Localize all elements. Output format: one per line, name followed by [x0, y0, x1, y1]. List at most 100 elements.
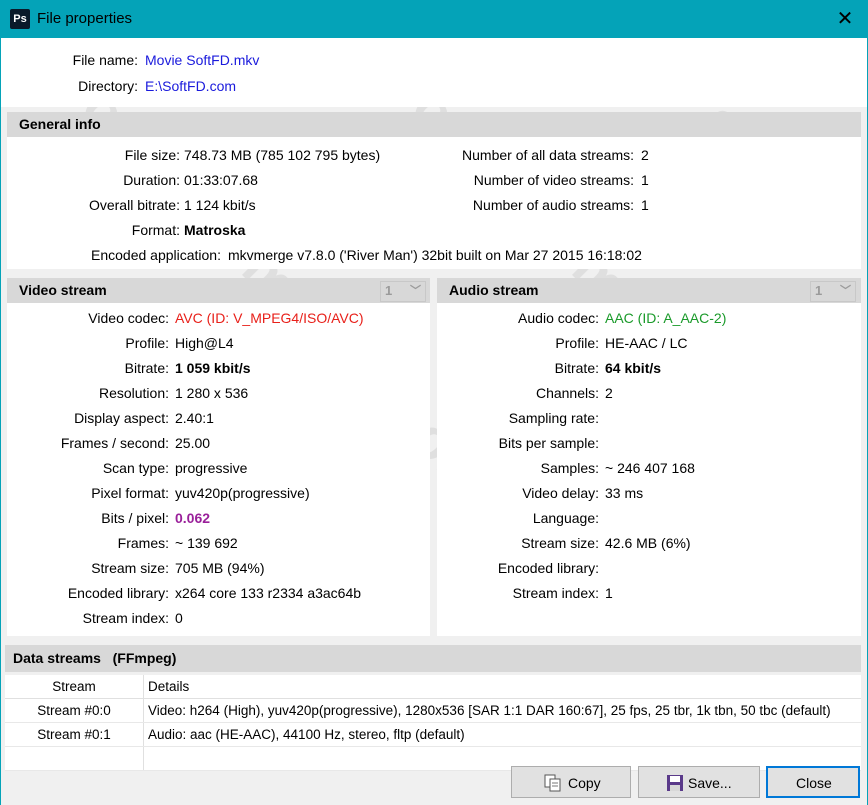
audio-row-value: HE-AAC / LC: [605, 335, 688, 351]
video-row-label: Scan type:: [102, 460, 169, 476]
audio-row-value: 1: [605, 585, 613, 601]
video-row-value: ~ 139 692: [175, 535, 238, 551]
data-streams-title: Data streams (FFmpeg): [13, 650, 177, 666]
overall-bitrate-value: 1 124 kbit/s: [184, 197, 256, 213]
video-stream-group: Video stream 1 ﹀ Video codec: AVC (ID: V_…: [7, 278, 430, 636]
audio-row-value: 33 ms: [605, 485, 644, 501]
audio-streams-label: Number of audio streams:: [472, 197, 634, 213]
video-row-value: progressive: [175, 460, 248, 476]
save-button[interactable]: Save...: [638, 766, 760, 798]
window-title: File properties: [37, 10, 133, 27]
video-stream-selector[interactable]: 1 ﹀: [380, 281, 426, 302]
video-row-label: Stream index:: [82, 610, 169, 626]
close-button-label: Close: [796, 775, 832, 791]
column-header-stream[interactable]: Stream: [5, 675, 144, 699]
file-name-value[interactable]: Movie SoftFD.mkv: [145, 52, 259, 68]
save-icon: [666, 774, 683, 791]
table-row[interactable]: Stream #0:0 Video: h264 (High), yuv420p(…: [5, 698, 861, 723]
audio-row-value: ~ 246 407 168: [605, 460, 695, 476]
audio-row-label: Profile:: [555, 335, 599, 351]
save-button-label: Save...: [688, 775, 732, 791]
audio-row-label: Video delay:: [522, 485, 599, 501]
all-streams-value: 2: [641, 147, 649, 163]
audio-stream-selector[interactable]: 1 ﹀: [810, 281, 856, 302]
audio-row-value: 42.6 MB (6%): [605, 535, 691, 551]
directory-value[interactable]: E:\SoftFD.com: [145, 78, 236, 94]
audio-stream-title: Audio stream: [449, 282, 539, 298]
file-size-value: 748.73 MB (785 102 795 bytes): [184, 147, 381, 163]
video-row-value: AVC (ID: V_MPEG4/ISO/AVC): [175, 310, 364, 326]
audio-row-value: 2: [605, 385, 613, 401]
video-stream-header: Video stream 1 ﹀: [7, 278, 430, 303]
audio-row-label: Channels:: [535, 385, 599, 401]
audio-stream-header: Audio stream 1 ﹀: [437, 278, 861, 303]
copy-button-label: Copy: [568, 775, 601, 791]
video-stream-selector-value: 1: [385, 283, 393, 298]
close-window-button[interactable]: ✕: [822, 0, 868, 38]
stream-id-cell: Stream #0:0: [5, 698, 144, 723]
duration-value: 01:33:07.68: [184, 172, 258, 188]
audio-row-value: AAC (ID: A_AAC-2): [605, 310, 727, 326]
table-header-row: Stream Details: [5, 675, 861, 699]
overall-bitrate-label: Overall bitrate:: [88, 197, 180, 213]
video-row-value: 1 280 x 536: [175, 385, 249, 401]
file-name-label: File name:: [72, 52, 138, 68]
video-row-label: Bits / pixel:: [101, 510, 169, 526]
audio-row-label: Language:: [532, 510, 599, 526]
audio-row-label: Bitrate:: [554, 360, 599, 376]
stream-details-cell: Audio: aac (HE-AAC), 44100 Hz, stereo, f…: [143, 722, 861, 747]
audio-stream-selector-value: 1: [815, 283, 823, 298]
video-row-value: 0: [175, 610, 183, 626]
video-row-value: 2.40:1: [175, 410, 214, 426]
audio-row-label: Sampling rate:: [508, 410, 599, 426]
title-bar: Ps File properties ✕: [0, 0, 868, 38]
video-row-value: 705 MB (94%): [175, 560, 265, 576]
video-row-label: Video codec:: [88, 310, 169, 326]
video-row-label: Encoded library:: [67, 585, 169, 601]
stream-id-cell: Stream #0:1: [5, 722, 144, 747]
audio-row-label: Encoded library:: [497, 560, 599, 576]
general-info-header: General info: [7, 112, 861, 137]
audio-row-label: Bits per sample:: [498, 435, 599, 451]
video-row-value: 1 059 kbit/s: [175, 360, 251, 376]
encoded-app-value: mkvmerge v7.8.0 ('River Man') 32bit buil…: [228, 247, 642, 263]
audio-row-label: Audio codec:: [518, 310, 599, 326]
video-row-label: Resolution:: [98, 385, 169, 401]
format-label: Format:: [131, 222, 180, 238]
all-streams-label: Number of all data streams:: [462, 147, 634, 163]
video-streams-value: 1: [641, 172, 649, 188]
column-header-details[interactable]: Details: [143, 675, 861, 699]
audio-row-label: Stream size:: [521, 535, 599, 551]
audio-row-label: Samples:: [540, 460, 599, 476]
audio-row-value: 64 kbit/s: [605, 360, 662, 376]
general-info-title: General info: [19, 116, 101, 132]
directory-label: Directory:: [78, 78, 138, 94]
general-info-group: General info File size: 748.73 MB (785 1…: [7, 112, 861, 269]
chevron-down-icon: ﹀: [840, 285, 851, 297]
duration-label: Duration:: [123, 172, 180, 188]
stream-details-cell: Video: h264 (High), yuv420p(progressive)…: [143, 698, 861, 723]
audio-row-label: Stream index:: [512, 585, 599, 601]
audio-streams-value: 1: [641, 197, 649, 213]
audio-stream-group: Audio stream 1 ﹀ Audio codec: AAC (ID: A_…: [437, 278, 861, 636]
video-row-label: Frames / second:: [60, 435, 169, 451]
window-border-left: [0, 38, 1, 805]
encoded-app-label: Encoded application:: [91, 247, 221, 263]
format-value: Matroska: [184, 222, 246, 238]
copy-button[interactable]: Copy: [511, 766, 631, 798]
video-row-value: 25.00: [175, 435, 211, 451]
video-row-value: 0.062: [175, 510, 211, 526]
copy-icon: [544, 774, 561, 792]
close-button[interactable]: Close: [766, 766, 860, 798]
video-row-label: Frames:: [117, 535, 169, 551]
video-row-value: High@L4: [175, 335, 234, 351]
chevron-down-icon: ﹀: [410, 285, 421, 297]
video-row-value: x264 core 133 r2334 a3ac64b: [175, 585, 362, 601]
app-icon: Ps: [10, 9, 30, 29]
video-row-label: Bitrate:: [124, 360, 169, 376]
video-row-label: Profile:: [125, 335, 169, 351]
file-info-panel: File name: Movie SoftFD.mkv Directory: E…: [1, 38, 867, 107]
table-row[interactable]: Stream #0:1 Audio: aac (HE-AAC), 44100 H…: [5, 722, 861, 747]
video-row-label: Stream size:: [91, 560, 169, 576]
file-size-label: File size:: [124, 147, 180, 163]
